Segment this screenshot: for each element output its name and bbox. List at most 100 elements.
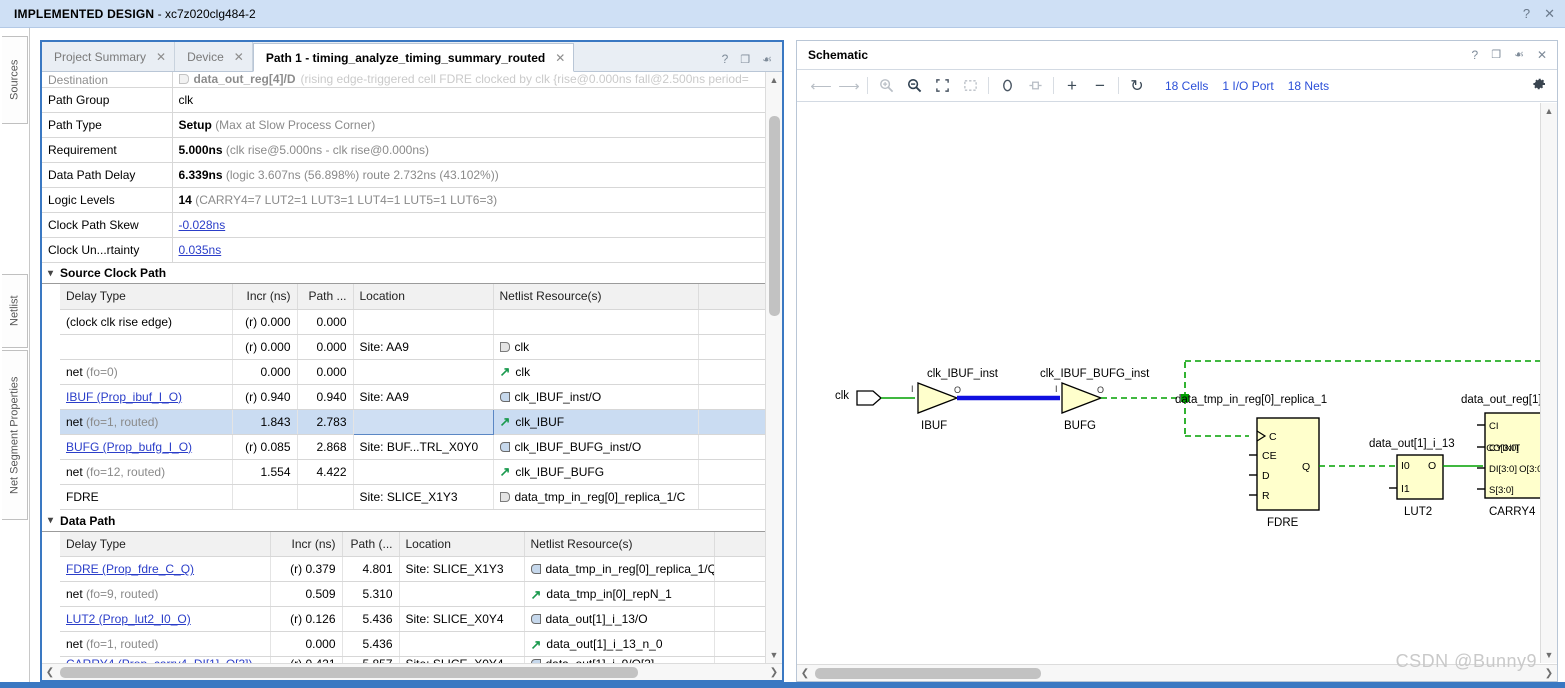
column-header-delay-type[interactable]: Delay Type <box>60 531 271 557</box>
table-row[interactable]: (clock clk rise edge) (r) 0.000 0.000 <box>60 309 765 335</box>
sidebar-item-sources[interactable]: Sources <box>2 36 28 124</box>
pin-label-c: C <box>1269 431 1277 443</box>
back-icon[interactable]: ⟵ <box>807 74 835 98</box>
column-header-path[interactable]: Path (... <box>342 531 400 557</box>
column-header-incr[interactable]: Incr (ns) <box>232 284 298 310</box>
column-header-location[interactable]: Location <box>353 284 494 310</box>
table-row[interactable]: LUT2 (Prop_lut2_I0_O) (r) 0.126 5.436 Site:… <box>60 606 765 632</box>
vertical-scroll-thumb[interactable] <box>769 116 780 316</box>
table-row[interactable]: Logic Levels 14 (CARRY4=7 LUT2=1 LUT3=1 … <box>42 187 765 213</box>
sidebar-item-netlist[interactable]: Netlist <box>2 274 28 348</box>
chevron-down-icon[interactable]: ▾ <box>48 268 53 279</box>
table-row[interactable]: IBUF (Prop_ibuf_I_O) (r) 0.940 0.940 Site: … <box>60 384 765 410</box>
table-row[interactable]: BUFG (Prop_bufg_I_O) (r) 0.085 2.868 Site: … <box>60 434 765 460</box>
column-header-netlist-resources[interactable]: Netlist Resource(s) <box>493 284 699 310</box>
clock-uncertainty-link[interactable]: 0.035ns <box>179 243 222 257</box>
panel-restore-icon[interactable]: ❐ <box>1491 48 1501 62</box>
zoom-in-icon[interactable] <box>872 74 900 98</box>
scroll-right-arrow[interactable]: ❯ <box>1541 668 1557 679</box>
table-row[interactable]: net (fo=1, routed) 1.843 2.783 ↗ clk_IBUF <box>60 408 765 435</box>
scroll-left-arrow[interactable]: ❮ <box>42 667 58 678</box>
property-key: Clock Path Skew <box>42 212 173 238</box>
panel-restore-icon[interactable]: ❐ <box>740 53 750 66</box>
cell-delay-type: BUFG (Prop_bufg_I_O) <box>60 434 233 460</box>
forward-icon[interactable]: ⟶ <box>835 74 863 98</box>
table-row[interactable]: FDRE (Prop_fdre_C_Q) (r) 0.379 4.801 Site: … <box>60 556 765 582</box>
sidebar-item-net-segment-properties[interactable]: Net Segment Properties <box>2 350 28 520</box>
tab-close-icon[interactable]: ✕ <box>234 50 244 64</box>
regenerate-icon[interactable] <box>993 74 1021 98</box>
table-row[interactable]: net (fo=12, routed) 1.554 4.422 ↗ clk_IBUF_B… <box>60 459 765 485</box>
tab-path-1[interactable]: Path 1 - timing_analyze_timing_summary_r… <box>252 43 575 72</box>
column-header-incr[interactable]: Incr (ns) <box>270 531 343 557</box>
gear-icon[interactable] <box>1531 76 1547 95</box>
cell-delay-type: net (fo=9, routed) <box>60 581 271 607</box>
bufg-triangle <box>1061 382 1103 414</box>
scroll-left-arrow[interactable]: ❮ <box>797 668 813 679</box>
zoom-fit-icon[interactable] <box>928 74 956 98</box>
section-header-data-path[interactable]: ▾ Data Path <box>42 510 765 532</box>
panel-float-icon[interactable]: ☙ <box>762 53 772 66</box>
tab-close-icon[interactable]: ✕ <box>156 50 166 64</box>
table-row[interactable]: Destination data_out_reg[4]/D (rising ed… <box>42 72 765 88</box>
property-key: Path Type <box>42 112 173 138</box>
hscroll-track[interactable] <box>813 665 1541 682</box>
panel-close-icon[interactable]: ✕ <box>1537 48 1547 62</box>
table-row[interactable]: (r) 0.000 0.000 Site: AA9 clk <box>60 334 765 360</box>
zoom-out-icon[interactable] <box>900 74 928 98</box>
timing-vertical-scrollbar[interactable]: ▲ ▼ <box>765 72 782 663</box>
timing-horizontal-scrollbar[interactable]: ❮ ❯ <box>42 663 782 680</box>
remove-icon[interactable]: − <box>1086 74 1114 98</box>
zoom-area-icon[interactable] <box>956 74 984 98</box>
hscroll-track[interactable] <box>58 664 766 681</box>
column-header-delay-type[interactable]: Delay Type <box>60 284 233 310</box>
table-row[interactable]: net (fo=9, routed) 0.509 5.310 ↗ data_tmp_in… <box>60 581 765 607</box>
help-icon[interactable]: ? <box>1523 6 1530 22</box>
clock-path-skew-link[interactable]: -0.028ns <box>179 218 226 232</box>
table-row[interactable]: Data Path Delay 6.339ns (logic 3.607ns (… <box>42 162 765 188</box>
scroll-up-arrow[interactable]: ▲ <box>766 72 782 88</box>
table-row[interactable]: FDRE Site: SLICE_X1Y3 data_tmp_in_reg[0]_r… <box>60 484 765 510</box>
delay-type-link[interactable]: LUT2 (Prop_lut2_I0_O) <box>66 612 191 626</box>
tab-project-summary[interactable]: Project Summary ✕ <box>42 42 176 71</box>
delay-type-link[interactable]: FDRE (Prop_fdre_C_Q) <box>66 562 194 576</box>
reload-icon[interactable]: ↻ <box>1123 74 1151 98</box>
column-header-location[interactable]: Location <box>399 531 525 557</box>
delay-type-link[interactable]: IBUF (Prop_ibuf_I_O) <box>66 390 182 404</box>
tab-device[interactable]: Device ✕ <box>175 42 253 71</box>
nets-count-link[interactable]: 18 Nets <box>1288 79 1329 93</box>
panel-float-icon[interactable]: ☙ <box>1514 48 1524 62</box>
io-port-count-link[interactable]: 1 I/O Port <box>1222 79 1273 93</box>
cell-incr: (r) 0.940 <box>232 384 298 410</box>
cell-spacer <box>698 309 765 335</box>
tab-close-icon[interactable]: ✕ <box>555 51 565 65</box>
cell-netlist-resource: ↗ clk_IBUF <box>493 409 699 435</box>
schematic-vertical-scrollbar[interactable]: ▲ ▼ <box>1540 103 1557 663</box>
scroll-right-arrow[interactable]: ❯ <box>766 667 782 678</box>
schematic-canvas[interactable]: clk clk_IBUF_inst I O IBUF clk_IBUF_BUFG… <box>797 103 1557 663</box>
cells-count-link[interactable]: 18 Cells <box>1165 79 1208 93</box>
table-row[interactable]: Path Type Setup (Max at Slow Process Cor… <box>42 112 765 138</box>
scroll-down-arrow[interactable]: ▼ <box>1541 647 1557 663</box>
add-icon[interactable]: + <box>1058 74 1086 98</box>
chevron-down-icon[interactable]: ▾ <box>48 515 53 526</box>
table-row[interactable]: Path Group clk <box>42 87 765 113</box>
table-row[interactable]: Requirement 5.000ns (clk rise@5.000ns - … <box>42 137 765 163</box>
scroll-up-arrow[interactable]: ▲ <box>1541 103 1557 119</box>
table-row[interactable]: net (fo=0) 0.000 0.000 ↗ clk <box>60 359 765 385</box>
schematic-horizontal-scrollbar[interactable]: ❮ ❯ <box>797 664 1557 681</box>
horizontal-scroll-thumb[interactable] <box>815 667 1041 679</box>
panel-help-icon[interactable]: ? <box>722 52 729 66</box>
section-header-source-clock-path[interactable]: ▾ Source Clock Path <box>42 263 765 284</box>
column-header-netlist-resources[interactable]: Netlist Resource(s) <box>524 531 715 557</box>
table-row[interactable]: net (fo=1, routed) 0.000 5.436 ↗ data_out[1]… <box>60 631 765 657</box>
panel-help-icon[interactable]: ? <box>1472 48 1479 62</box>
column-header-path[interactable]: Path ... <box>297 284 354 310</box>
delay-type-link[interactable]: BUFG (Prop_bufg_I_O) <box>66 440 192 454</box>
scroll-down-arrow[interactable]: ▼ <box>766 647 782 663</box>
horizontal-scroll-thumb[interactable] <box>60 666 638 678</box>
expand-cone-icon[interactable] <box>1021 74 1049 98</box>
table-row[interactable]: Clock Path Skew -0.028ns <box>42 212 765 238</box>
table-row[interactable]: Clock Un...rtainty 0.035ns <box>42 237 765 263</box>
close-icon[interactable]: ✕ <box>1544 6 1555 22</box>
